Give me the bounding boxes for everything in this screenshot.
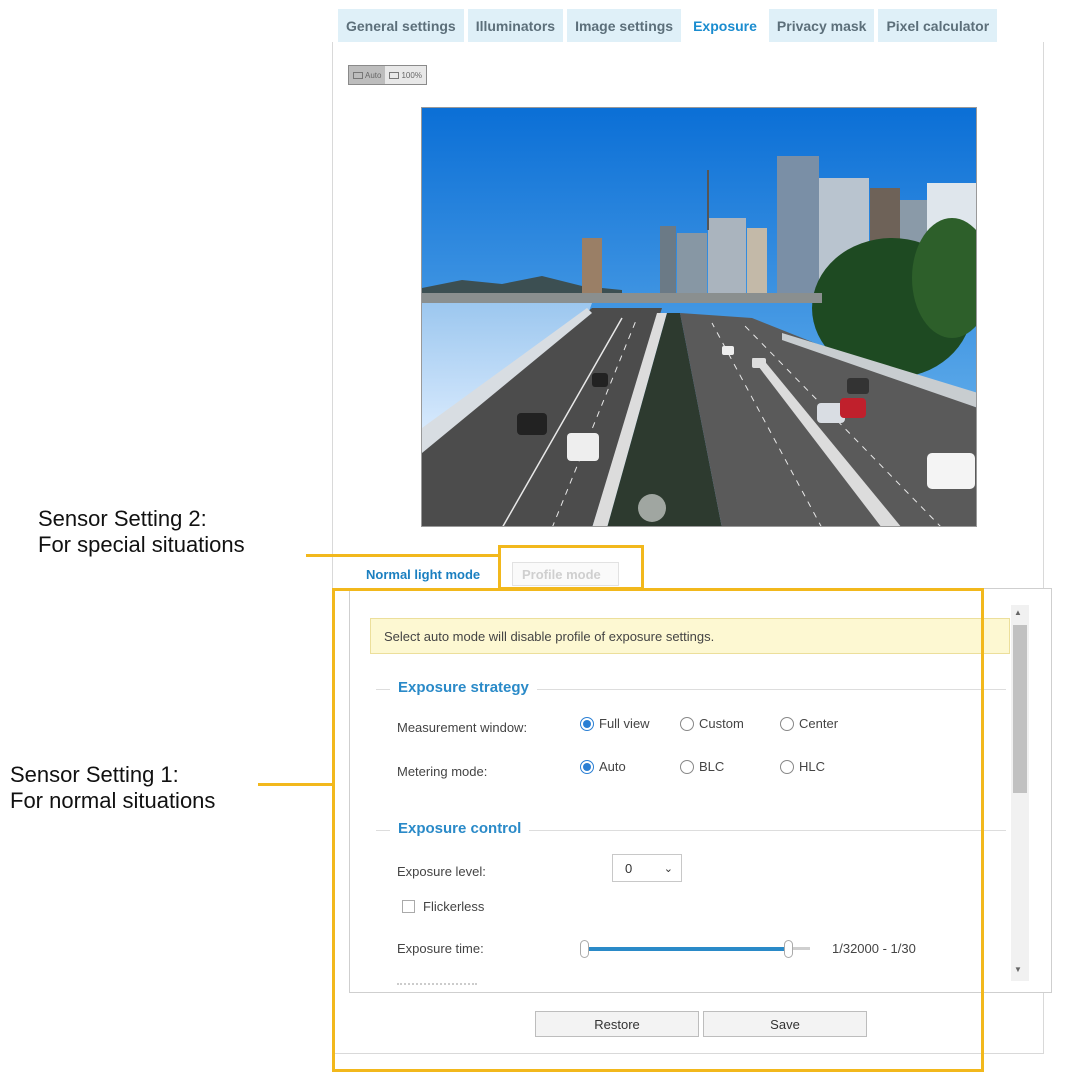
callout-setting2-title: Sensor Setting 2: [38,506,207,531]
tab-illuminators[interactable]: Illuminators [467,9,564,42]
settings-tabs: General settings Illuminators Image sett… [338,9,998,42]
profile-mode-highlight [498,545,644,590]
tab-privacy-mask[interactable]: Privacy mask [768,9,875,42]
scroll-down-icon[interactable]: ▼ [1014,965,1022,974]
view-auto-button[interactable]: Auto [349,66,386,84]
tab-exposure[interactable]: Exposure [685,9,765,42]
view-100-button[interactable]: 100% [385,66,425,84]
tab-image-settings[interactable]: Image settings [567,9,682,42]
tab-normal-light-mode[interactable]: Normal light mode [366,562,480,586]
callout-line-setting2 [306,554,498,557]
view-100-label: 100% [401,70,422,80]
view-icon [353,71,363,79]
normal-mode-highlight [332,588,984,1072]
callout-setting2: Sensor Setting 2: For special situations [38,506,245,558]
view-size-toggle: Auto 100% [348,65,427,85]
tab-pixel-calculator[interactable]: Pixel calculator [878,9,998,42]
callout-setting1-desc: For normal situations [10,788,216,813]
tab-general-settings[interactable]: General settings [338,9,464,42]
callout-setting1-title: Sensor Setting 1: [10,762,179,787]
view-icon [389,71,400,79]
scroll-up-icon[interactable]: ▲ [1014,608,1022,617]
view-auto-label: Auto [365,70,382,80]
callout-setting1: Sensor Setting 1: For normal situations [10,762,215,814]
scrollbar-thumb[interactable] [1013,625,1027,793]
callout-line-setting1 [258,783,334,786]
camera-preview [421,107,977,527]
callout-setting2-desc: For special situations [38,532,245,557]
